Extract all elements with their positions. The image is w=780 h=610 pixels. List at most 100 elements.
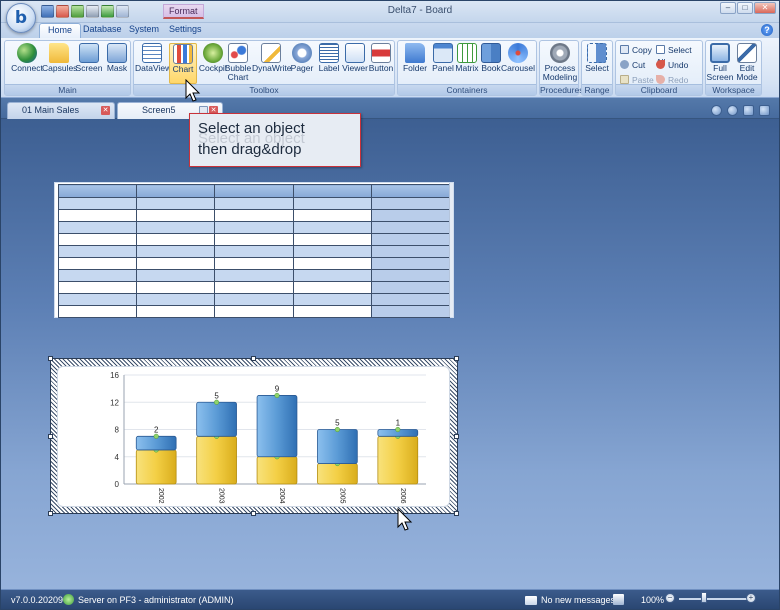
forward-icon[interactable] xyxy=(727,105,738,116)
table-cell[interactable] xyxy=(370,221,451,234)
help-icon[interactable]: ? xyxy=(761,24,773,36)
table-cell[interactable] xyxy=(136,269,216,282)
table-cell[interactable] xyxy=(292,245,372,258)
close-button[interactable]: ✕ xyxy=(754,2,776,14)
table-cell[interactable] xyxy=(57,305,138,318)
tab-settings[interactable]: Settings xyxy=(161,23,210,38)
table-cell[interactable] xyxy=(214,233,294,246)
table-cell[interactable] xyxy=(292,221,372,234)
close-tab-icon[interactable]: ✕ xyxy=(101,106,110,115)
process-modeling-button[interactable]: Process Modeling xyxy=(541,43,579,84)
table-cell[interactable] xyxy=(136,305,216,318)
chart-button[interactable]: Chart xyxy=(169,43,197,84)
table-row[interactable] xyxy=(57,281,451,294)
resize-handle-top-right[interactable] xyxy=(454,356,459,361)
zoom-out-button[interactable]: − xyxy=(665,593,675,603)
table-cell[interactable] xyxy=(136,233,216,246)
table-cell[interactable] xyxy=(370,293,451,306)
table-cell[interactable] xyxy=(136,293,216,306)
table-cell[interactable] xyxy=(370,197,451,210)
table-cell[interactable] xyxy=(292,233,372,246)
table-cell[interactable] xyxy=(214,209,294,222)
table-cell[interactable] xyxy=(57,293,138,306)
table-cell[interactable] xyxy=(370,305,451,318)
zoom-slider-track[interactable] xyxy=(679,598,751,600)
resize-handle-top-left[interactable] xyxy=(48,356,53,361)
table-cell[interactable] xyxy=(370,269,451,282)
table-row[interactable] xyxy=(57,293,451,306)
mask-button[interactable]: Mask xyxy=(100,43,134,84)
table-cell[interactable] xyxy=(136,281,216,294)
cut-button[interactable]: Cut xyxy=(620,59,645,71)
zoom-in-button[interactable]: + xyxy=(746,593,756,603)
table-row[interactable] xyxy=(57,305,451,318)
table-row[interactable] xyxy=(57,269,451,282)
table-cell[interactable] xyxy=(214,197,294,210)
table-cell[interactable] xyxy=(214,245,294,258)
table-cell[interactable] xyxy=(370,209,451,222)
table-cell[interactable] xyxy=(292,197,372,210)
table-cell[interactable] xyxy=(214,257,294,270)
table-cell[interactable] xyxy=(370,257,451,270)
resize-handle-bottom[interactable] xyxy=(251,511,256,516)
table-row[interactable] xyxy=(57,209,451,222)
table-cell[interactable] xyxy=(136,197,216,210)
minimize-button[interactable]: – xyxy=(720,2,736,14)
table-cell[interactable] xyxy=(57,209,138,222)
table-cell[interactable] xyxy=(57,197,138,210)
resize-handle-bottom-right[interactable] xyxy=(454,511,459,516)
table-cell[interactable] xyxy=(370,281,451,294)
table-row[interactable] xyxy=(57,221,451,234)
copy-button[interactable]: Copy xyxy=(620,44,652,56)
table-cell[interactable] xyxy=(370,233,451,246)
app-menu-button[interactable]: b xyxy=(6,3,36,33)
table-cell[interactable] xyxy=(292,209,372,222)
table-cell[interactable] xyxy=(292,269,372,282)
table-cell[interactable] xyxy=(292,257,372,270)
bubble-chart-button[interactable]: Bubble Chart xyxy=(223,43,253,84)
home-icon[interactable] xyxy=(743,105,754,116)
table-header-cell[interactable] xyxy=(292,184,372,198)
dataview-table-widget[interactable] xyxy=(54,182,454,318)
table-cell[interactable] xyxy=(136,221,216,234)
dataview-button[interactable]: DataView xyxy=(135,43,171,84)
table-header-cell[interactable] xyxy=(370,184,451,198)
button-button[interactable]: Button xyxy=(366,43,396,84)
table-cell[interactable] xyxy=(136,257,216,270)
resize-handle-right[interactable] xyxy=(454,434,459,439)
select-button[interactable]: Select xyxy=(582,43,612,84)
table-cell[interactable] xyxy=(57,233,138,246)
table-row[interactable] xyxy=(57,197,451,210)
back-icon[interactable] xyxy=(711,105,722,116)
close-all-icon[interactable] xyxy=(759,105,770,116)
dynawrite-button[interactable]: DynaWrite xyxy=(252,43,292,84)
table-cell[interactable] xyxy=(214,269,294,282)
pager-button[interactable]: Pager xyxy=(287,43,317,84)
table-header-cell[interactable] xyxy=(57,184,138,198)
doc-tab-main-sales[interactable]: 01 Main Sales ✕ xyxy=(7,102,115,119)
carousel-button[interactable]: Carousel xyxy=(501,43,535,84)
zoom-slider-thumb[interactable] xyxy=(701,592,708,603)
table-cell[interactable] xyxy=(57,257,138,270)
table-scrollbar[interactable] xyxy=(449,183,453,317)
resize-handle-bottom-left[interactable] xyxy=(48,511,53,516)
table-cell[interactable] xyxy=(57,269,138,282)
capsules-button[interactable]: Capsules xyxy=(42,43,77,84)
table-row[interactable] xyxy=(57,233,451,246)
table-header-cell[interactable] xyxy=(214,184,294,198)
resize-handle-left[interactable] xyxy=(48,434,53,439)
edit-mode-button[interactable]: Edit Mode xyxy=(733,43,761,84)
table-cell[interactable] xyxy=(214,221,294,234)
table-row[interactable] xyxy=(57,245,451,258)
table-header-cell[interactable] xyxy=(136,184,216,198)
table-cell[interactable] xyxy=(292,281,372,294)
chart-widget[interactable]: 0 4 8 12 16 2 2002 5 2003 9 2004 5 2005 1 2006 xyxy=(57,366,450,507)
table-cell[interactable] xyxy=(214,305,294,318)
maximize-button[interactable]: □ xyxy=(737,2,753,14)
table-cell[interactable] xyxy=(136,245,216,258)
table-cell[interactable] xyxy=(292,305,372,318)
table-cell[interactable] xyxy=(214,293,294,306)
table-cell[interactable] xyxy=(57,245,138,258)
layout-toggle[interactable] xyxy=(613,594,628,606)
table-cell[interactable] xyxy=(136,209,216,222)
